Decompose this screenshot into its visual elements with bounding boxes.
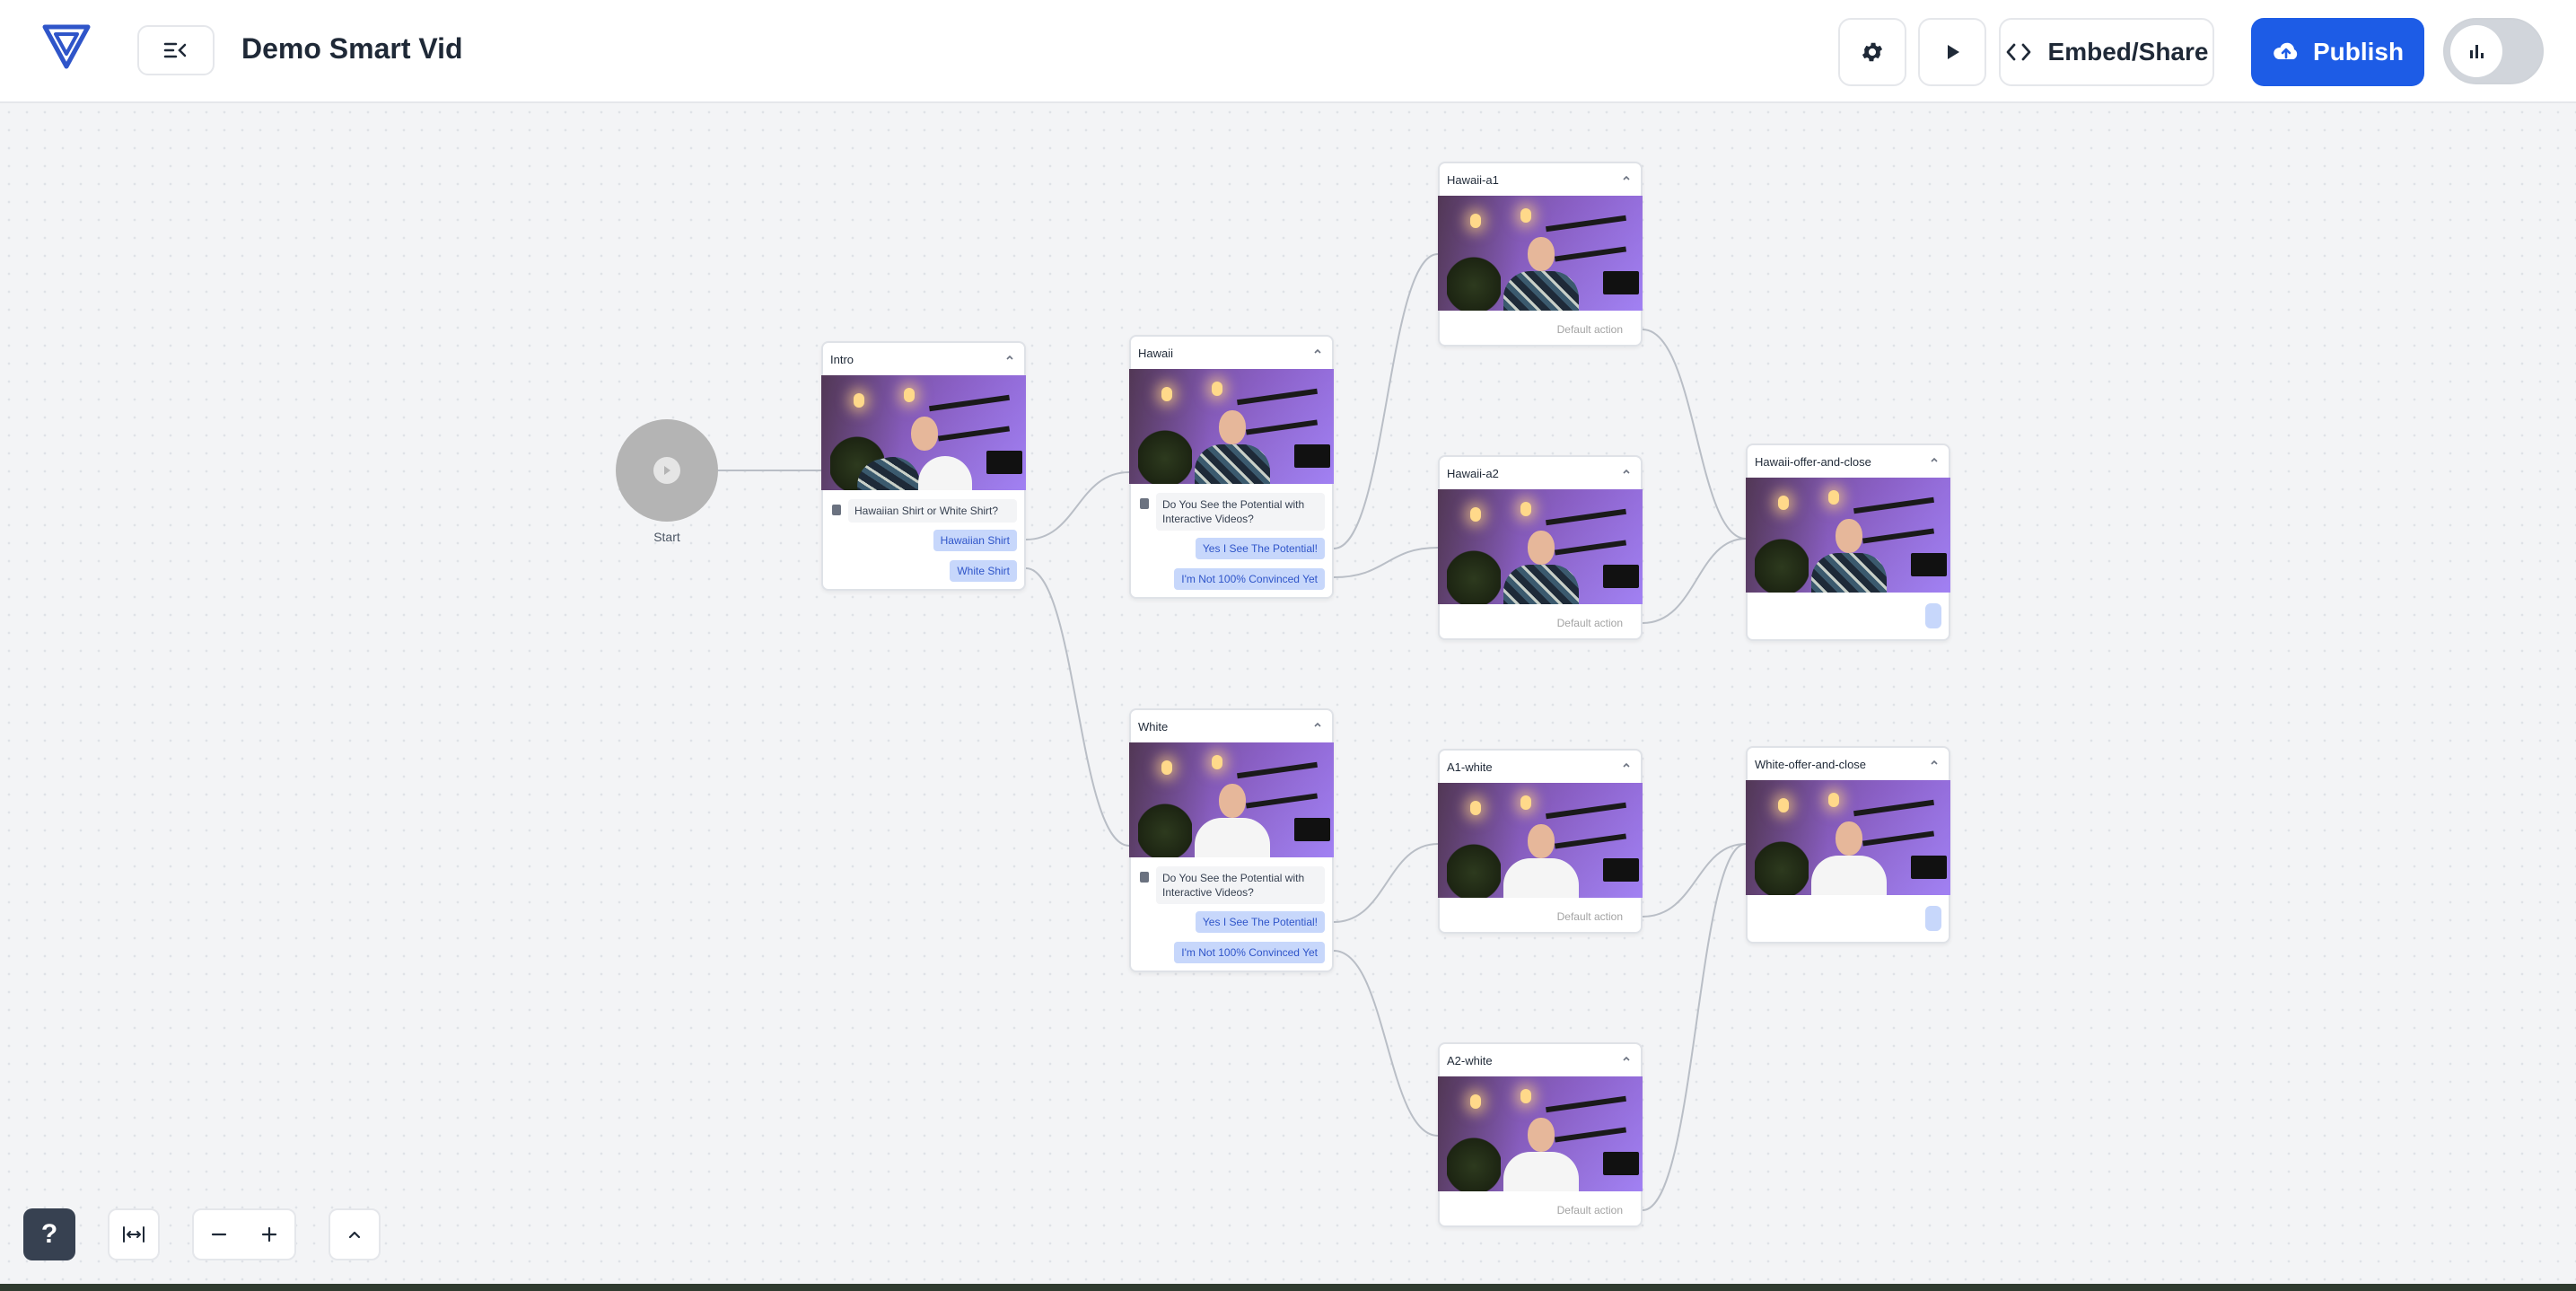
answer-option[interactable]: White Shirt (950, 560, 1017, 582)
question-row: Hawaiian Shirt or White Shirt? (823, 490, 1024, 526)
default-action-label: Default action (1556, 910, 1623, 923)
node-title: Hawaii (1138, 347, 1174, 360)
edge-hawaii-a1 (1333, 253, 1439, 549)
question-row: Do You See the Potential with Interactiv… (1131, 484, 1332, 534)
edge-a2-hawaiioffer (1642, 538, 1747, 624)
answer-option[interactable]: I'm Not 100% Convinced Yet (1174, 942, 1325, 963)
edge-a1white-whiteoffer (1642, 843, 1747, 918)
edge-intro-hawaii (1025, 471, 1130, 540)
answer-option[interactable]: I'm Not 100% Convinced Yet (1174, 568, 1325, 590)
desktop-edge (0, 1284, 2576, 1291)
node-header: Hawaii-a2 (1440, 457, 1641, 489)
chevron-up-icon[interactable] (1004, 352, 1015, 363)
flow-edges (718, 253, 1747, 1211)
video-thumbnail[interactable] (1746, 478, 1950, 593)
answer-options: Yes I See The Potential! I'm Not 100% Co… (1131, 908, 1332, 970)
node-header: Intro (823, 343, 1024, 375)
node-title: Intro (830, 353, 854, 366)
help-button[interactable]: ? (23, 1208, 75, 1260)
answer-option[interactable]: Hawaiian Shirt (933, 530, 1017, 551)
chevron-up-icon[interactable] (1621, 760, 1632, 770)
node-header: Hawaii (1131, 337, 1332, 369)
chevron-up-icon[interactable] (1312, 719, 1323, 730)
default-action-label: Default action (1556, 617, 1623, 629)
start-label: Start (653, 530, 680, 544)
node-title: White-offer-and-close (1755, 758, 1867, 771)
default-action-label: Default action (1556, 1204, 1623, 1216)
node-title: Hawaii-offer-and-close (1755, 455, 1871, 469)
node-footer (1748, 593, 1949, 639)
node-white[interactable]: White Do You See the Potential with Inte… (1129, 708, 1334, 972)
node-hawaii-a2[interactable]: Hawaii-a2 Default action (1438, 455, 1643, 640)
node-footer (1748, 895, 1949, 942)
expand-panel-button[interactable] (329, 1208, 381, 1260)
node-header: White-offer-and-close (1748, 748, 1949, 780)
start-play-icon (653, 457, 680, 484)
question-icon (832, 505, 841, 515)
edge-a2white-whiteoffer (1642, 843, 1747, 1211)
zoom-in-icon[interactable] (260, 1225, 278, 1243)
fit-view-button[interactable] (108, 1208, 160, 1260)
zoom-controls (192, 1208, 296, 1260)
node-title: White (1138, 720, 1169, 733)
video-thumbnail[interactable] (1129, 742, 1334, 857)
video-thumbnail[interactable] (1129, 369, 1334, 484)
node-header: A2-white (1440, 1044, 1641, 1076)
node-hawaii[interactable]: Hawaii Do You See the Potential with Int… (1129, 335, 1334, 599)
node-header: White (1131, 710, 1332, 742)
answer-options: Hawaiian Shirt White Shirt (823, 526, 1024, 589)
edge-a1-hawaiioffer (1642, 329, 1747, 540)
question-icon (1140, 872, 1149, 883)
node-a2-white[interactable]: A2-white Default action (1438, 1042, 1643, 1227)
edge-white-a2white (1333, 950, 1439, 1137)
video-thumbnail[interactable] (1438, 783, 1643, 898)
video-thumbnail[interactable] (1746, 780, 1950, 895)
question-icon (1140, 498, 1149, 509)
edge-hawaii-a2 (1333, 547, 1439, 578)
node-hawaii-offer-and-close[interactable]: Hawaii-offer-and-close (1746, 444, 1950, 641)
chevron-up-icon[interactable] (1929, 454, 1940, 465)
chevron-up-icon[interactable] (1621, 172, 1632, 183)
node-hawaii-a1[interactable]: Hawaii-a1 Default action (1438, 162, 1643, 347)
fit-view-icon (123, 1226, 145, 1243)
question-row: Do You See the Potential with Interactiv… (1131, 857, 1332, 908)
chevron-up-icon[interactable] (1929, 757, 1940, 768)
start-node[interactable] (616, 419, 718, 522)
video-thumbnail[interactable] (1438, 1076, 1643, 1191)
chevron-up-icon (348, 1231, 361, 1239)
edge-white-a1white (1333, 843, 1439, 923)
zoom-out-icon[interactable] (210, 1225, 228, 1243)
answer-option[interactable]: Yes I See The Potential! (1195, 538, 1325, 559)
chevron-up-icon[interactable] (1621, 466, 1632, 477)
node-title: A2-white (1447, 1054, 1493, 1067)
chevron-up-icon[interactable] (1312, 346, 1323, 356)
node-title: A1-white (1447, 760, 1493, 774)
video-thumbnail[interactable] (1438, 196, 1643, 311)
node-header: Hawaii-offer-and-close (1748, 445, 1949, 478)
video-thumbnail[interactable] (821, 375, 1026, 490)
answer-option[interactable]: Yes I See The Potential! (1195, 911, 1325, 933)
answer-options: Yes I See The Potential! I'm Not 100% Co… (1131, 534, 1332, 597)
video-thumbnail[interactable] (1438, 489, 1643, 604)
node-intro[interactable]: Intro Hawaiian Shirt or White Shirt? Haw… (821, 341, 1026, 591)
question-text: Hawaiian Shirt or White Shirt? (848, 499, 1017, 523)
default-action-label: Default action (1556, 323, 1623, 336)
node-title: Hawaii-a1 (1447, 173, 1499, 187)
node-header: Hawaii-a1 (1440, 163, 1641, 196)
chevron-up-icon[interactable] (1621, 1053, 1632, 1064)
node-title: Hawaii-a2 (1447, 467, 1499, 480)
node-a1-white[interactable]: A1-white Default action (1438, 749, 1643, 934)
question-text: Do You See the Potential with Interactiv… (1156, 866, 1325, 904)
node-white-offer-and-close[interactable]: White-offer-and-close (1746, 746, 1950, 944)
end-action-handle[interactable] (1925, 603, 1941, 628)
end-action-handle[interactable] (1925, 906, 1941, 931)
question-text: Do You See the Potential with Interactiv… (1156, 493, 1325, 531)
node-header: A1-white (1440, 751, 1641, 783)
edge-intro-white (1025, 567, 1130, 847)
